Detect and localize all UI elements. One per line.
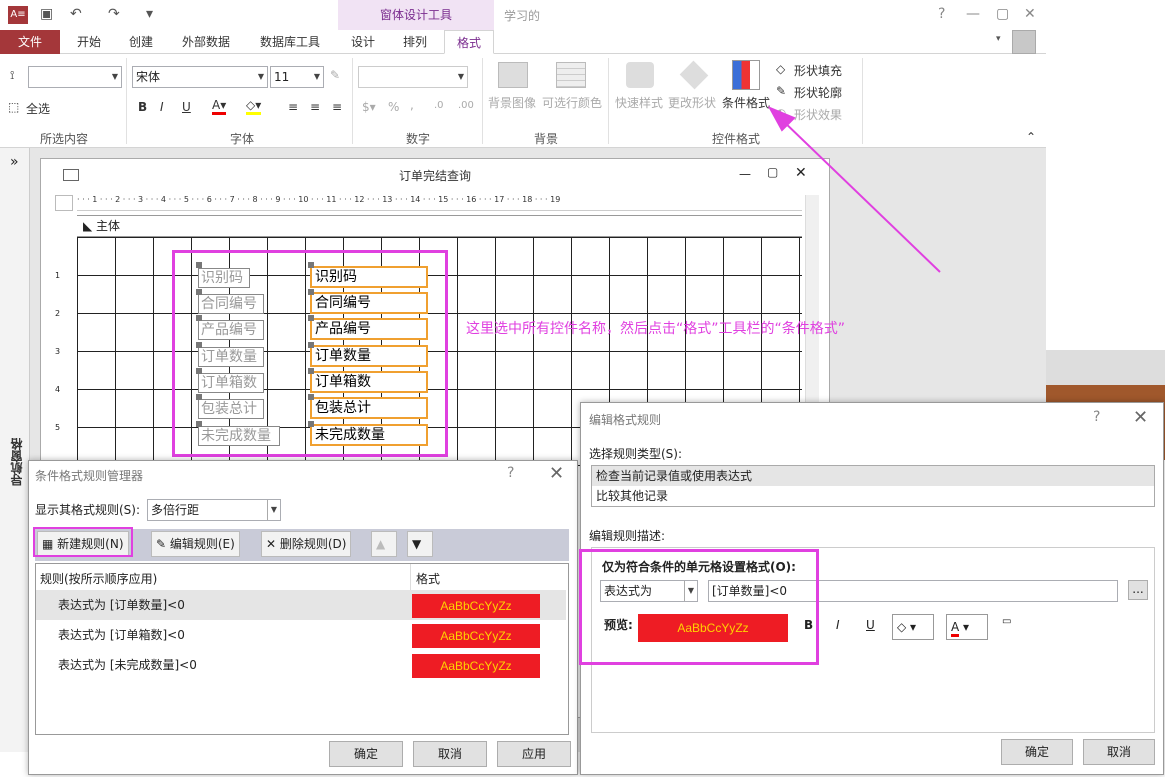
italic-button[interactable]: I bbox=[836, 618, 840, 632]
col-header-rule: 规则(按所示顺序应用) bbox=[40, 572, 158, 586]
delete-rule-icon: ✕ bbox=[266, 537, 280, 551]
ok-button[interactable]: 确定 bbox=[1001, 739, 1073, 765]
rule-format-preview: AaBbCcYyZz bbox=[412, 594, 540, 618]
rule-format-preview: AaBbCcYyZz bbox=[412, 654, 540, 678]
font-color-icon: A bbox=[951, 620, 960, 637]
move-up-button[interactable]: ▲ bbox=[371, 531, 397, 557]
delete-rule-button[interactable]: ✕ 删除规则(D) bbox=[261, 531, 352, 557]
new-rule-highlight bbox=[33, 527, 133, 557]
underline-button[interactable]: U bbox=[866, 618, 875, 632]
edit-rule-button[interactable]: ✎ 编辑规则(E) bbox=[151, 531, 240, 557]
col-header-format: 格式 bbox=[416, 572, 441, 586]
close-icon[interactable]: ✕ bbox=[1133, 407, 1148, 428]
show-rules-select[interactable]: 多倍行距 ▼ bbox=[147, 499, 281, 521]
dialog-title: 编辑格式规则 bbox=[589, 413, 662, 427]
rule-description-label: 编辑规则描述: bbox=[589, 529, 666, 543]
rule-format-preview: AaBbCcYyZz bbox=[412, 624, 540, 648]
show-rules-value: 多倍行距 bbox=[151, 503, 200, 517]
cancel-button[interactable]: 取消 bbox=[1083, 739, 1155, 765]
rule-type-list: 检查当前记录值或使用表达式 比较其他记录 bbox=[591, 465, 1155, 507]
help-icon[interactable]: ? bbox=[1093, 409, 1100, 425]
apply-button[interactable]: 应用 bbox=[497, 741, 571, 767]
fill-color-dropdown[interactable]: ◇ ▾ bbox=[892, 614, 934, 640]
edit-rule-icon: ✎ bbox=[156, 537, 170, 551]
font-color-dropdown[interactable]: A ▾ bbox=[946, 614, 988, 640]
condition-highlight bbox=[579, 549, 819, 665]
arrow-to-conditional-format bbox=[779, 117, 941, 273]
move-down-button[interactable]: ▼ bbox=[407, 531, 433, 557]
delete-rule-label: 删除规则(D) bbox=[279, 537, 347, 551]
rule-text: 表达式为 [订单数量]<0 bbox=[58, 598, 185, 612]
rule-type-label: 选择规则类型(S): bbox=[589, 447, 683, 461]
rules-manager-dialog: 条件格式规则管理器 ? ✕ 显示其格式规则(S): 多倍行距 ▼ ▦ 新建规则(N… bbox=[28, 460, 578, 775]
close-icon[interactable]: ✕ bbox=[549, 463, 564, 484]
fill-color-icon: ◇ bbox=[897, 620, 907, 634]
border-icon[interactable]: ▭ bbox=[1002, 616, 1011, 627]
edit-rule-label: 编辑规则(E) bbox=[169, 537, 235, 551]
rule-text: 表达式为 [订单箱数]<0 bbox=[58, 628, 185, 642]
rule-text: 表达式为 [未完成数量]<0 bbox=[58, 658, 197, 672]
list-item[interactable]: 检查当前记录值或使用表达式 bbox=[592, 466, 1154, 486]
expression-builder-button[interactable]: ... bbox=[1128, 580, 1148, 600]
dialog-title: 条件格式规则管理器 bbox=[35, 469, 144, 483]
cancel-button[interactable]: 取消 bbox=[413, 741, 487, 767]
help-icon[interactable]: ? bbox=[507, 465, 514, 481]
list-item[interactable]: 比较其他记录 bbox=[592, 486, 1154, 506]
ok-button[interactable]: 确定 bbox=[329, 741, 403, 767]
rules-table: 规则(按所示顺序应用) 格式 表达式为 [订单数量]<0 AaBbCcYyZz … bbox=[35, 563, 569, 735]
show-rules-label: 显示其格式规则(S): bbox=[35, 503, 141, 517]
